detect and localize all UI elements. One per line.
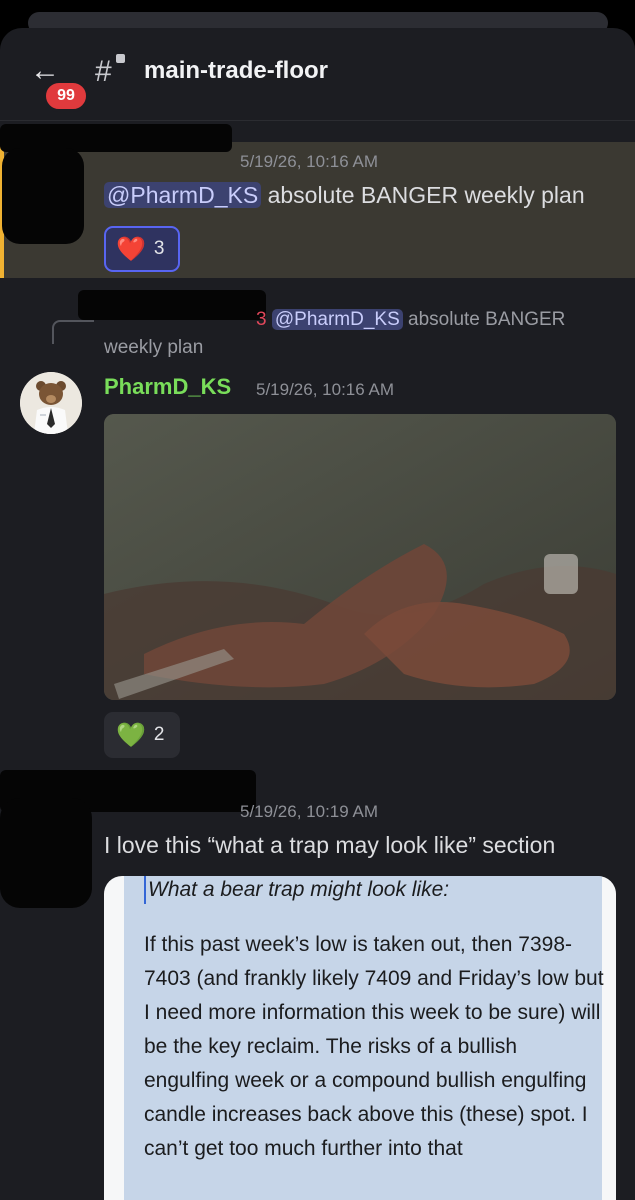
message-author[interactable]: PharmD_KS: [104, 374, 231, 400]
message-body: absolute BANGER weekly plan: [261, 182, 585, 208]
excerpt-body: If this past week’s low is taken out, th…: [144, 933, 604, 1160]
channel-header: ← 99 # main-trade-floor: [0, 28, 635, 121]
screenshot-attachment[interactable]: What a bear trap might look like: If thi…: [104, 876, 616, 1200]
redacted-avatar: [2, 148, 84, 244]
reply-connector: [52, 320, 94, 344]
message-timestamp: 5/19/26, 10:19 AM: [240, 802, 378, 821]
green-heart-icon: 💚: [116, 721, 146, 749]
reaction-green-heart[interactable]: 💚 2: [104, 712, 180, 758]
highlighted-excerpt: What a bear trap might look like: If thi…: [124, 876, 604, 1200]
locked-channel-icon: #: [95, 55, 112, 88]
message-timestamp: 5/19/26, 10:16 AM: [240, 152, 378, 171]
reaction-count: 3: [153, 238, 165, 259]
lock-icon: [116, 54, 125, 63]
reaction-count: 2: [153, 724, 165, 745]
reply-username-fragment: 3: [256, 309, 267, 330]
unread-badge: 99: [43, 80, 89, 112]
red-heart-icon: ❤️: [116, 235, 146, 263]
gif-attachment[interactable]: [104, 414, 616, 700]
channel-name[interactable]: main-trade-floor: [144, 56, 328, 86]
redacted-avatar: [0, 798, 92, 908]
chat-window: ← 99 # main-trade-floor 5/19/26, 10:16 A…: [0, 28, 635, 1200]
message-text: I love this “what a trap may look like” …: [104, 832, 556, 858]
user-mention[interactable]: @PharmD_KS: [104, 182, 262, 208]
message-text: @PharmD_KS absolute BANGER weekly plan: [104, 180, 585, 210]
excerpt-title: What a bear trap might look like:: [144, 876, 449, 904]
user-avatar[interactable]: [20, 372, 82, 434]
reaction-heart[interactable]: ❤️ 3: [104, 226, 180, 272]
message-timestamp: 5/19/26, 10:16 AM: [256, 380, 394, 399]
reply-preview[interactable]: 3 @PharmD_KS absolute BANGER weekly plan: [104, 306, 624, 362]
reply-mention[interactable]: @PharmD_KS: [271, 309, 403, 330]
